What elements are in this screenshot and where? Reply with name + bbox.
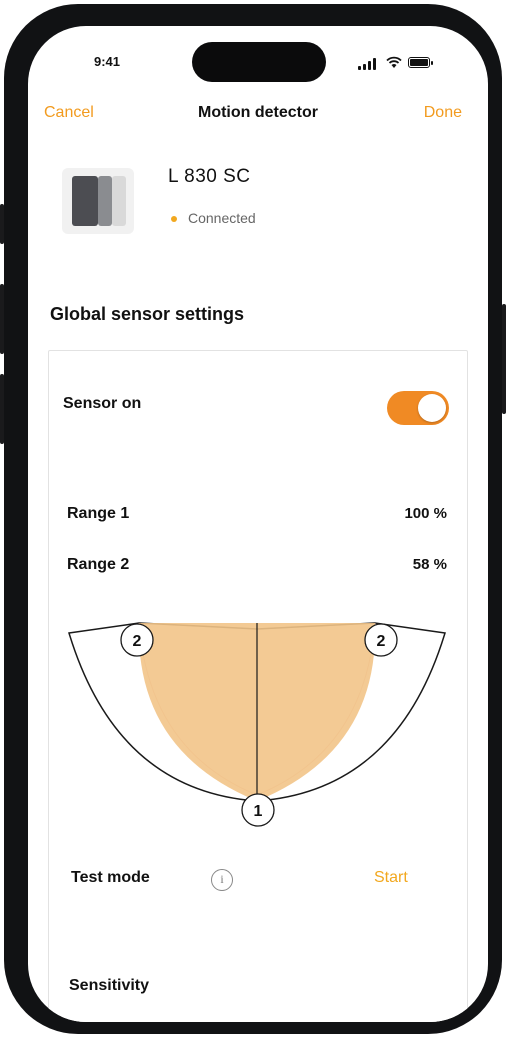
- range1-label: Range 1: [67, 505, 130, 522]
- sensor-on-label: Sensor on: [63, 395, 142, 412]
- device-name: L 830 SC: [168, 166, 251, 187]
- page-title: Motion detector: [198, 104, 318, 121]
- connection-status: Connected: [188, 210, 256, 226]
- marker-1-label: 1: [254, 803, 263, 820]
- battery-icon: [408, 57, 433, 68]
- range2-value: 58 %: [412, 556, 447, 573]
- sensitivity-label: Sensitivity: [69, 977, 150, 994]
- detection-range-diagram: 2 2 1: [68, 622, 446, 827]
- connection-status-dot: [171, 216, 177, 222]
- done-button[interactable]: Done: [424, 104, 462, 122]
- device-image: [62, 168, 134, 234]
- section-title: Global sensor settings: [50, 304, 245, 324]
- test-mode-start-button[interactable]: Start: [374, 869, 408, 887]
- wifi-icon: [386, 56, 402, 68]
- marker-2-left: 2: [120, 623, 154, 657]
- marker-2-left-label: 2: [133, 633, 142, 650]
- range2-label: Range 2: [67, 556, 130, 573]
- phone-frame: 9:41 Cancel Motion detector Done L 830 S…: [0, 4, 506, 1034]
- test-mode-label: Test mode: [71, 869, 150, 886]
- volume-down-button: [0, 374, 4, 444]
- dynamic-island: [192, 42, 326, 82]
- app-screen: 9:41 Cancel Motion detector Done L 830 S…: [28, 26, 488, 1022]
- volume-up-button: [0, 284, 4, 354]
- marker-1: 1: [241, 793, 275, 827]
- power-button: [502, 304, 506, 414]
- sensor-on-toggle[interactable]: [387, 391, 449, 425]
- marker-2-right-label: 2: [377, 633, 386, 650]
- range1-value: 100 %: [404, 505, 447, 522]
- toggle-knob: [418, 394, 446, 422]
- status-icons: [358, 56, 438, 70]
- info-icon[interactable]: i: [211, 869, 233, 891]
- sensor-settings-card: Sensor on Range 1 100 % Range 2 58 % 2 2…: [48, 350, 468, 1022]
- marker-2-right: 2: [364, 623, 398, 657]
- status-time: 9:41: [94, 54, 121, 69]
- action-button: [0, 204, 4, 244]
